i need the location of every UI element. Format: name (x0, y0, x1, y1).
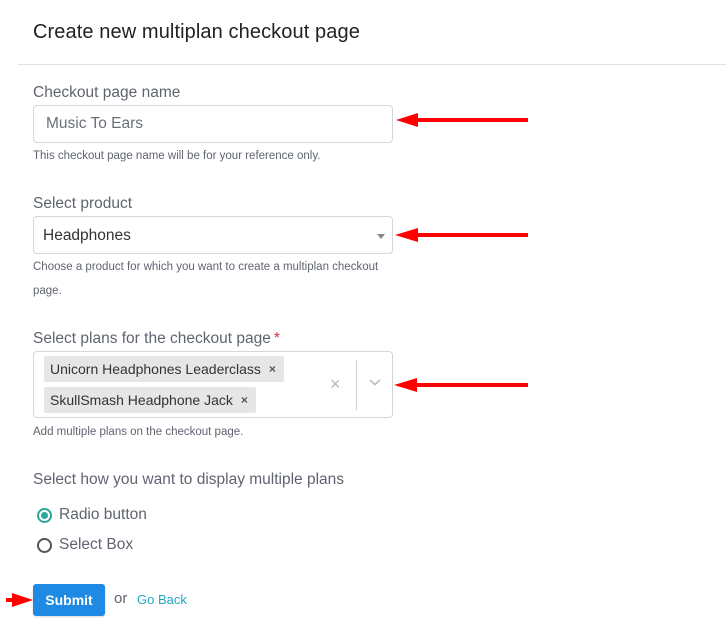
clear-all-icon[interactable]: × (330, 374, 341, 395)
plan-tag-label: SkullSmash Headphone Jack (50, 392, 233, 408)
required-marker: * (273, 330, 280, 347)
remove-tag-icon[interactable]: × (269, 362, 276, 376)
radio-option-select-box[interactable]: Select Box (37, 536, 133, 554)
page-title: Create new multiplan checkout page (33, 21, 360, 43)
annotation-arrow-icon (394, 378, 528, 392)
annotation-arrow-icon (6, 593, 33, 607)
display-mode-label: Select how you want to display multiple … (33, 471, 345, 488)
checkout-name-label: Checkout page name (33, 84, 181, 101)
plans-multiselect[interactable]: Unicorn Headphones Leaderclass × SkullSm… (33, 351, 393, 418)
go-back-link[interactable]: Go Back (137, 592, 187, 607)
plans-label-text: Select plans for the checkout page (33, 330, 271, 347)
plan-tag: Unicorn Headphones Leaderclass × (44, 356, 284, 382)
annotation-arrow-icon (396, 113, 528, 127)
caret-down-icon (377, 234, 385, 239)
radio-unchecked-icon[interactable] (37, 537, 52, 553)
plans-help: Add multiple plans on the checkout page. (33, 426, 244, 438)
plans-label: Select plans for the checkout page * (33, 330, 280, 348)
header-divider (18, 64, 726, 65)
chevron-down-icon[interactable] (367, 374, 383, 390)
remove-tag-icon[interactable]: × (241, 393, 248, 407)
submit-button[interactable]: Submit (33, 584, 105, 616)
checkout-name-input[interactable] (33, 105, 393, 143)
product-help: Choose a product for which you want to c… (33, 261, 379, 297)
radio-option-label: Select Box (59, 536, 134, 553)
radio-checked-icon[interactable] (37, 507, 52, 523)
checkout-name-help: This checkout page name will be for your… (33, 150, 321, 162)
annotation-arrow-icon (395, 228, 528, 242)
radio-option-radio-button[interactable]: Radio button (37, 506, 147, 524)
radio-option-label: Radio button (59, 506, 147, 523)
product-select[interactable]: Headphones (33, 216, 393, 254)
indicator-separator (356, 360, 357, 410)
product-select-value: Headphones (43, 227, 131, 244)
plan-tag: SkullSmash Headphone Jack × (44, 387, 256, 413)
product-label: Select product (33, 195, 133, 212)
plan-tag-label: Unicorn Headphones Leaderclass (50, 361, 261, 377)
or-text: or (114, 590, 128, 607)
